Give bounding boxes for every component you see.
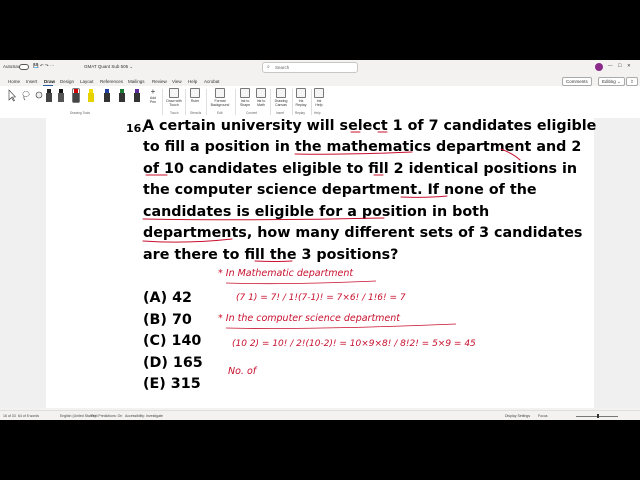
pen-black-2[interactable] (58, 89, 64, 102)
pen-green[interactable] (119, 89, 125, 102)
accessibility-status[interactable]: Accessibility: Investigate (125, 414, 163, 418)
tab-review[interactable]: Review (152, 79, 167, 84)
word-window: AutoSave 💾 ↶ ↷ ⋯ GMAT Quant Sub 505 ⌄ ⌕ … (0, 60, 640, 420)
ruler-button[interactable]: Ruler (188, 88, 202, 103)
group-label: Insert (276, 111, 284, 115)
editing-button[interactable]: Editing ⌄ (598, 77, 625, 86)
tab-help[interactable]: Help (188, 79, 197, 84)
focus-button[interactable]: Focus (538, 414, 548, 418)
tab-references[interactable]: References (100, 79, 123, 84)
ink-note: * In Mathematic department (218, 268, 354, 279)
ink-note: No. of (228, 366, 258, 377)
lasso-icon[interactable] (22, 89, 30, 102)
replay-icon (296, 88, 306, 98)
hand-icon (169, 88, 179, 98)
tab-design[interactable]: Design (60, 79, 74, 84)
question-line: of 10 candidates eligible to fill 2 iden… (143, 161, 578, 177)
page-count[interactable]: 16 of 33 (3, 414, 16, 418)
format-background-button[interactable]: Format Background (209, 88, 231, 107)
group-label: Replay (295, 111, 305, 115)
tab-layout[interactable]: Layout (80, 79, 94, 84)
group-label: Stencils (190, 111, 202, 115)
pen-blue-dark[interactable] (104, 89, 110, 102)
search-placeholder: Search (275, 65, 290, 70)
canvas-icon (276, 88, 286, 98)
pen-red[interactable] (72, 88, 80, 103)
group-label: Edit (217, 111, 223, 115)
group-label: Touch (170, 111, 179, 115)
autosave-toggle[interactable] (19, 64, 29, 70)
zoom-slider-handle[interactable] (597, 414, 599, 418)
ink-to-math-button[interactable]: Ink to Math (254, 88, 268, 107)
add-pen-button[interactable]: + Add Pen (148, 88, 158, 105)
question-line: departments, how many different sets of … (143, 225, 583, 241)
ribbon-tabs: Home Insert Draw Design Layout Reference… (0, 76, 640, 86)
tab-insert[interactable]: Insert (26, 79, 37, 84)
ink-calc: (7 1) = 7! / 1!(7-1)! = 7×6! / 1!6! = 7 (236, 293, 406, 303)
ruler-icon (190, 88, 200, 98)
draw-with-touch-button[interactable]: Draw with Touch (165, 88, 183, 107)
answer-choice: (B) 70 (143, 312, 192, 328)
group-label: Drawing Tools (70, 111, 90, 115)
help-icon (314, 88, 324, 98)
select-arrow-icon[interactable] (8, 89, 16, 102)
text-predictions-status[interactable]: Text Predictions: On (91, 414, 122, 418)
word-count[interactable]: 64 of 5 words (18, 414, 39, 418)
tab-mailings[interactable]: Mailings (128, 79, 145, 84)
window-controls[interactable]: — ☐ ✕ (608, 63, 633, 69)
ink-calc: (10 2) = 10! / 2!(10-2)! = 10×9×8! / 8!2… (232, 339, 476, 349)
eraser-icon[interactable] (35, 89, 43, 102)
quick-access-icons[interactable]: 💾 ↶ ↷ ⋯ (33, 63, 54, 69)
ink-replay-button[interactable]: Ink Replay (294, 88, 308, 107)
title-bar: AutoSave 💾 ↶ ↷ ⋯ GMAT Quant Sub 505 ⌄ ⌕ … (0, 60, 640, 74)
display-settings-button[interactable]: Display Settings (505, 414, 530, 418)
pen-galaxy[interactable] (134, 89, 140, 102)
share-icon[interactable]: ⇧ (626, 77, 638, 86)
search-icon: ⌕ (267, 64, 270, 70)
pen-black[interactable] (46, 89, 52, 102)
divider (311, 89, 312, 115)
question-line: the computer science department. If none… (143, 182, 537, 198)
ink-note: * In the computer science department (218, 313, 401, 324)
document-title[interactable]: GMAT Quant Sub 505 ⌄ (84, 64, 133, 70)
answer-choice: (E) 315 (143, 376, 201, 392)
shapes-icon (240, 88, 250, 98)
status-bar: 16 of 33 64 of 5 words English (United S… (0, 410, 640, 420)
ink-to-shape-button[interactable]: Ink to Shape (238, 88, 252, 107)
divider (270, 89, 271, 115)
draw-ribbon: + Add Pen Draw with Touch Ruler Format Ba… (0, 86, 640, 119)
divider (162, 89, 163, 115)
divider (206, 89, 207, 115)
background-icon (215, 88, 225, 98)
divider (185, 89, 186, 115)
search-box[interactable]: ⌕ Search (262, 62, 358, 73)
tab-acrobat[interactable]: Acrobat (204, 79, 220, 84)
answer-choice: (C) 140 (143, 333, 202, 349)
question-line: candidates is eligible for a position in… (143, 204, 490, 220)
tab-view[interactable]: View (172, 79, 182, 84)
tab-home[interactable]: Home (8, 79, 20, 84)
question-line: to fill a position in the mathematics de… (143, 139, 582, 155)
question-line: are there to fill the 3 positions? (143, 247, 399, 263)
tab-draw[interactable]: Draw (44, 79, 55, 84)
answer-choice: (D) 165 (143, 355, 203, 371)
highlighter-yellow[interactable] (88, 89, 94, 102)
divider (292, 89, 293, 115)
avatar[interactable] (595, 63, 603, 71)
group-label: Help (314, 111, 321, 115)
math-icon (256, 88, 266, 98)
ink-help-button[interactable]: Ink Help (313, 88, 325, 107)
group-label: Convert (246, 111, 258, 115)
document-page[interactable]: 16. A certain university will select 1 o… (46, 118, 597, 408)
answer-choice: (A) 42 (143, 290, 193, 306)
divider (235, 89, 236, 115)
drawing-canvas-button[interactable]: Drawing Canvas (272, 88, 290, 107)
question-line: A certain university will select 1 of 7 … (143, 118, 597, 134)
comments-button[interactable]: Comments (562, 77, 592, 86)
